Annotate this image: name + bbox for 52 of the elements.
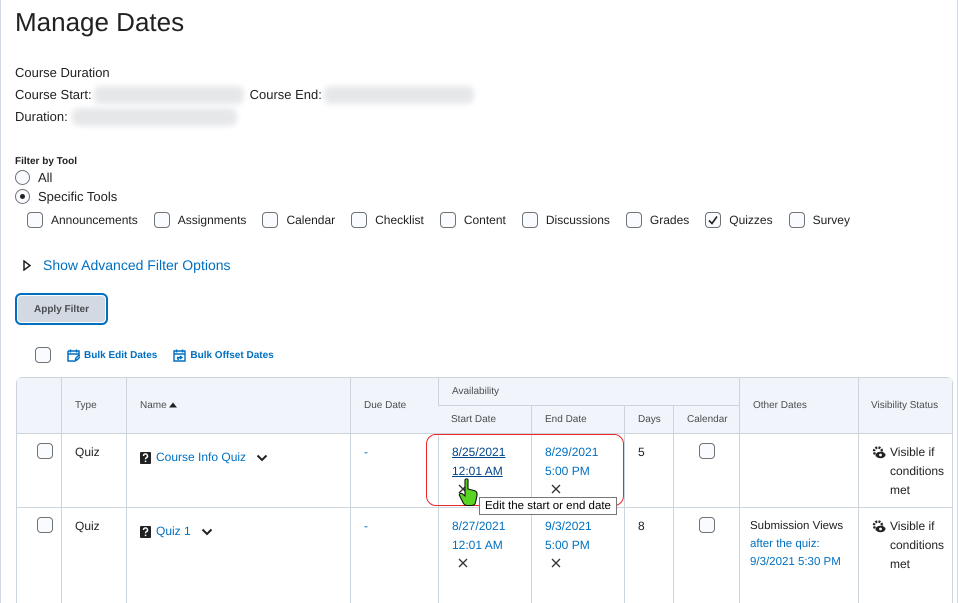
quiz-name-link[interactable]: Quiz 1 (156, 522, 191, 541)
checkbox-label: Content (464, 213, 506, 227)
checkbox-label: Quizzes (729, 213, 773, 227)
section-heading: Course Duration (15, 64, 111, 82)
start-time-link[interactable]: 12:01 AM (452, 536, 503, 555)
apply-filter-button[interactable]: Apply Filter (15, 293, 108, 325)
due-date-cell: - (364, 519, 368, 533)
column-group-header: Availability (452, 386, 500, 397)
due-date-cell: - (364, 445, 368, 459)
radio-label: All (38, 170, 52, 184)
days-cell: 8 (638, 519, 645, 533)
bulk-action-link[interactable]: Bulk Edit Dates (67, 348, 158, 362)
other-date-link[interactable]: after the quiz: 9/3/2021 5:30 PM (750, 535, 854, 571)
checkbox-label: Grades (650, 213, 690, 227)
end-time-link[interactable]: 5:00 PM (545, 462, 590, 481)
column-header: Start Date (451, 414, 496, 425)
other-date-label: Submission Views (750, 519, 844, 534)
field-label: Course Start: (15, 86, 92, 104)
column-header: Due Date (364, 400, 406, 411)
bulk-action-link[interactable]: Bulk Offset Dates (173, 348, 274, 362)
column-header: End Date (545, 414, 587, 425)
visibility-status: Visible if conditions met (890, 444, 944, 499)
page-title: Manage Dates (15, 6, 186, 38)
column-header: Other Dates (753, 400, 807, 411)
end-date-link[interactable]: 8/29/2021 (545, 443, 598, 462)
checkbox-label: Discussions (546, 213, 610, 227)
radio-label: Specific Tools (38, 188, 118, 204)
field-label: Course End: (250, 86, 322, 104)
advanced-filter-link[interactable]: Show Advanced Filter Options (43, 257, 231, 273)
column-header: Days (638, 414, 661, 425)
column-header: Calendar (687, 414, 728, 425)
start-date-link[interactable]: 8/25/2021 (452, 443, 506, 462)
column-header[interactable]: Name (140, 400, 167, 411)
checkbox-label: Announcements (51, 213, 138, 227)
checkbox-label: Checklist (375, 213, 424, 227)
filter-heading: Filter by Tool (15, 156, 78, 167)
type-cell: Quiz (75, 519, 100, 533)
end-time-link[interactable]: 5:00 PM (545, 536, 590, 555)
checkbox-label: Survey (812, 213, 850, 227)
field-label: Duration: (15, 108, 68, 126)
checkbox-label: Assignments (178, 213, 246, 227)
tooltip: Edit the start or end date (479, 497, 617, 515)
column-header: Type (75, 400, 97, 411)
quiz-name-link[interactable]: Course Info Quiz (156, 448, 246, 467)
days-cell: 5 (638, 445, 645, 459)
start-date-link[interactable]: 8/27/2021 (452, 517, 506, 536)
checkbox-label: Calendar (286, 213, 336, 227)
start-time-link[interactable]: 12:01 AM (452, 462, 503, 481)
column-header: Visibility Status (871, 400, 938, 411)
type-cell: Quiz (75, 445, 100, 459)
visibility-status: Visible if conditions met (890, 518, 944, 573)
end-date-link[interactable]: 9/3/2021 (545, 517, 592, 536)
